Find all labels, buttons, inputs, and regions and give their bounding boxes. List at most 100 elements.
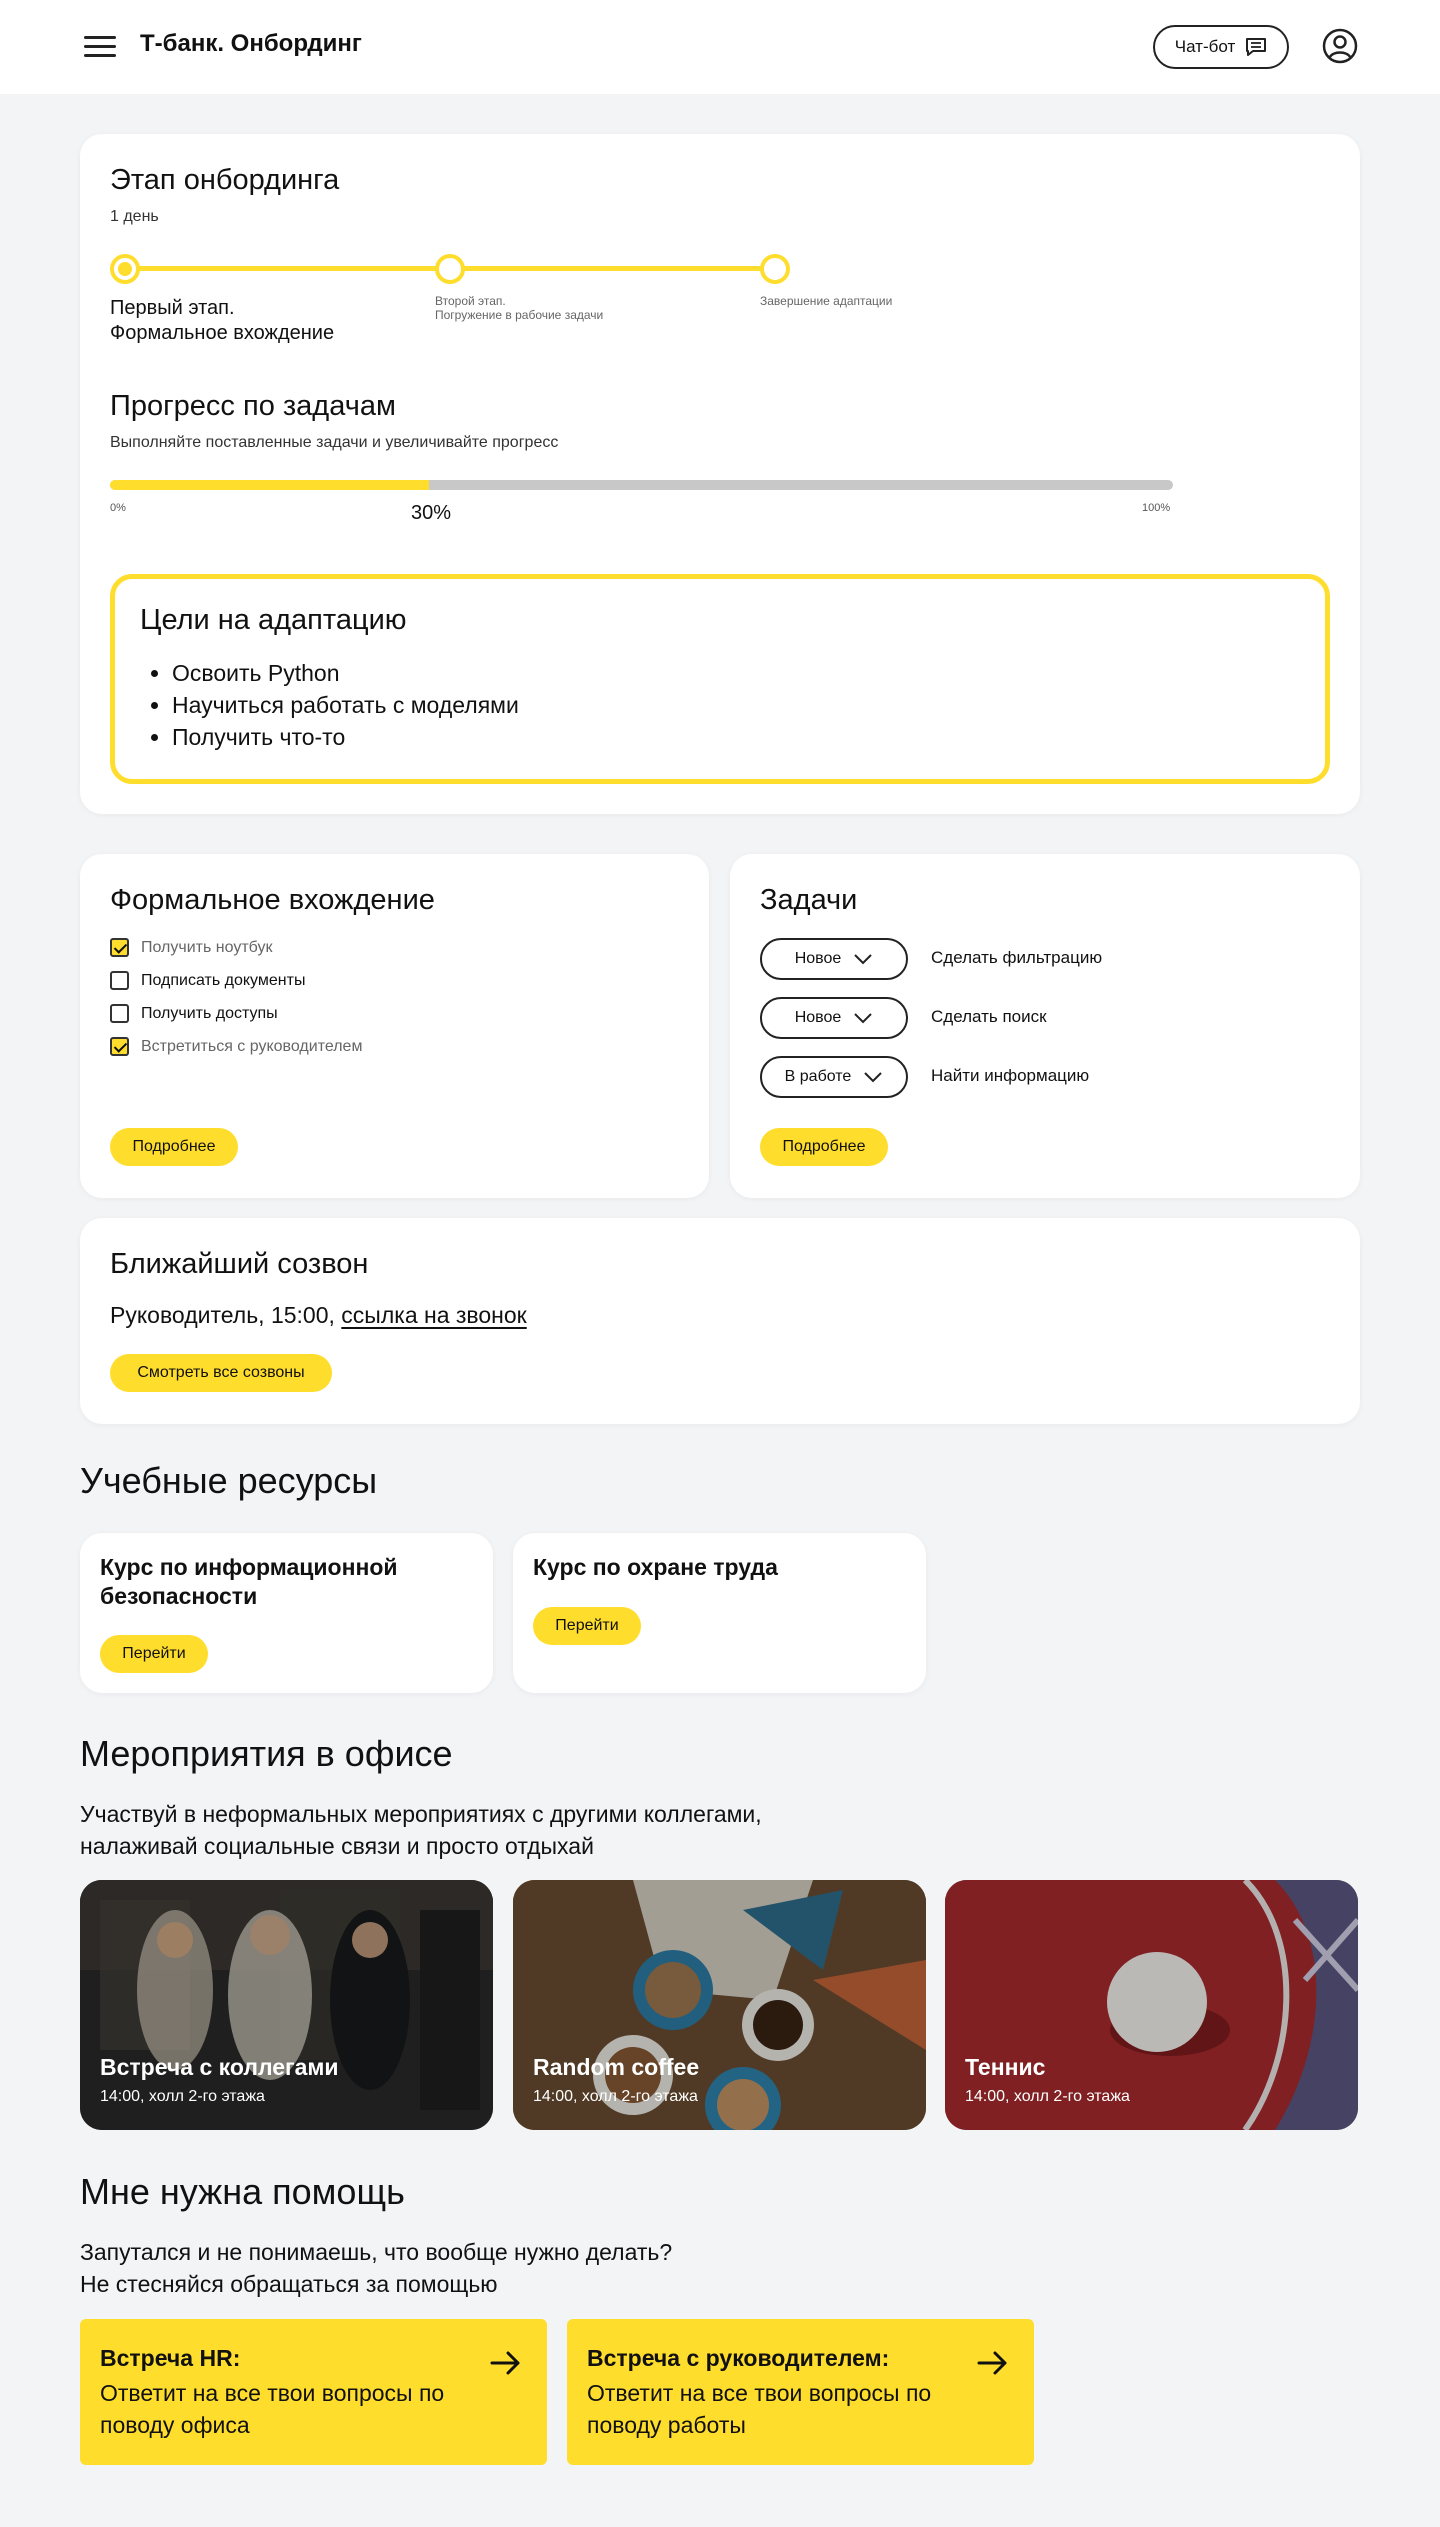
step-2-label: Второй этап. Погружение в рабочие задачи (435, 294, 603, 322)
checklist-label: Получить доступы (141, 1004, 278, 1022)
step-1-line2: Формальное вхождение (110, 322, 335, 344)
goal-item: Освоить Python (172, 657, 519, 689)
event-card-colleagues[interactable]: Встреча с коллегами 14:00, холл 2-го эта… (80, 1880, 493, 2130)
checklist-item[interactable]: Получить ноутбук (110, 938, 272, 957)
formal-title: Формальное вхождение (110, 884, 435, 916)
chat-bot-button[interactable]: Чат-бот (1153, 25, 1289, 69)
events-subtitle: Участвуй в неформальных мероприятиях с д… (80, 1798, 762, 1862)
goals-list: Освоить Python Научиться работать с моде… (172, 657, 519, 753)
event-card-random-coffee[interactable]: Random coffee 14:00, холл 2-го этажа (513, 1880, 926, 2130)
help-card-desc: Ответит на все твои вопросы по поводу ра… (587, 2380, 932, 2438)
chat-bot-label: Чат-бот (1174, 37, 1236, 56)
step-dot-3 (760, 254, 790, 284)
checklist-item[interactable]: Подписать документы (110, 971, 305, 990)
checkbox-checked[interactable] (110, 1037, 129, 1056)
resource-go-button[interactable]: Перейти (100, 1635, 208, 1673)
event-title: Random coffee (533, 2054, 700, 2080)
manager-meeting-card[interactable]: Встреча с руководителем: Ответит на все … (567, 2319, 1034, 2465)
event-card-tennis[interactable]: Теннис 14:00, холл 2-го этажа (945, 1880, 1358, 2130)
onboarding-card: Этап онбординга 1 день Первый этап. Форм… (80, 134, 1360, 814)
resource-card: Курс по охране труда Перейти (513, 1533, 926, 1693)
all-calls-button[interactable]: Смотреть все созвоны (110, 1354, 332, 1392)
step-1-line1: Первый этап. (110, 297, 235, 319)
progress-value-label: 30% (411, 502, 452, 524)
call-link[interactable]: ссылка на звонок (341, 1302, 526, 1328)
nearest-call-card: Ближайший созвон Руководитель, 15:00, сс… (80, 1218, 1360, 1424)
resource-card: Курс по информационной безопасности Пере… (80, 1533, 493, 1693)
resources-title: Учебные ресурсы (80, 1460, 378, 1501)
goals-box: Цели на адаптацию Освоить Python Научить… (110, 574, 1330, 784)
events-subtitle-line: Участвуй в неформальных мероприятиях с д… (80, 1801, 762, 1827)
tasks-more-button[interactable]: Подробнее (760, 1128, 888, 1166)
progress-subtitle: Выполняйте поставленные задачи и увеличи… (110, 434, 559, 451)
chevron-down-icon (854, 1013, 872, 1024)
task-status-label: Новое (794, 950, 842, 967)
step-2-line2: Погружение в рабочие задачи (435, 308, 604, 322)
help-card-title: Встреча с руководителем: (587, 2345, 890, 2371)
resource-go-button[interactable]: Перейти (533, 1607, 641, 1645)
step-1-label: Первый этап. Формальное вхождение (110, 296, 334, 346)
event-title: Встреча с коллегами (100, 2054, 339, 2080)
task-text: Сделать поиск (931, 1007, 1047, 1026)
top-bar: Т-банк. Онбординг Чат-бот (0, 0, 1440, 94)
task-status-label: В работе (784, 1068, 852, 1085)
call-info: Руководитель, 15:00, ссылка на звонок (110, 1302, 527, 1329)
resource-title: Курс по охране труда (533, 1554, 778, 1580)
event-info: 14:00, холл 2-го этажа (100, 2088, 265, 2105)
arrow-right-icon (977, 2351, 1007, 2375)
checklist-label: Получить ноутбук (141, 938, 273, 956)
call-text: Руководитель, 15:00, (110, 1302, 342, 1328)
task-text: Найти информацию (931, 1066, 1090, 1085)
task-status-dropdown[interactable]: Новое (760, 938, 908, 980)
help-subtitle: Запутался и не понимаешь, что вообще нуж… (80, 2236, 672, 2300)
checkbox[interactable] (110, 971, 129, 990)
stage-title: Этап онбординга (110, 164, 340, 196)
help-card-desc: Ответит на все твои вопросы по поводу оф… (100, 2380, 445, 2438)
formal-more-button[interactable]: Подробнее (110, 1128, 238, 1166)
checklist-label: Встретиться с руководителем (141, 1037, 363, 1055)
menu-icon[interactable] (84, 34, 116, 58)
formal-entry-card: Формальное вхождение Получить ноутбук По… (80, 854, 709, 1198)
tasks-card: Задачи Новое Сделать фильтрацию Новое Сд… (730, 854, 1360, 1198)
task-status-dropdown[interactable]: Новое (760, 997, 908, 1039)
goal-item: Получить что-то (172, 721, 519, 753)
task-status-label: Новое (794, 1009, 842, 1026)
goal-item: Научиться работать с моделями (172, 689, 519, 721)
progress-fill (110, 480, 429, 490)
progress-min-label: 0% (110, 502, 126, 514)
task-status-dropdown[interactable]: В работе (760, 1056, 908, 1098)
hr-meeting-card[interactable]: Встреча HR: Ответит на все твои вопросы … (80, 2319, 547, 2465)
step-3-line1: Завершение адаптации (760, 294, 893, 308)
progress-title: Прогресс по задачам (110, 390, 396, 422)
tasks-title: Задачи (760, 884, 858, 916)
profile-icon[interactable] (1322, 28, 1358, 64)
progress-track (110, 480, 1173, 490)
help-card-title: Встреча HR: (100, 2345, 241, 2371)
checklist-item[interactable]: Получить доступы (110, 1004, 278, 1023)
arrow-right-icon (490, 2351, 520, 2375)
checklist-item[interactable]: Встретиться с руководителем (110, 1037, 362, 1056)
progress-max-label: 100% (1142, 502, 1171, 514)
task-text: Сделать фильтрацию (931, 948, 1103, 967)
app-title: Т-банк. Онбординг (140, 30, 362, 57)
checklist-label: Подписать документы (141, 971, 306, 989)
call-title: Ближайший созвон (110, 1248, 369, 1280)
checkbox-checked[interactable] (110, 938, 129, 957)
step-2-line1: Второй этап. (435, 294, 506, 308)
events-title: Мероприятия в офисе (80, 1733, 453, 1774)
events-subtitle-line: налаживай социальные связи и просто отды… (80, 1833, 594, 1859)
step-3-label: Завершение адаптации (760, 294, 892, 308)
help-subtitle-line: Не стесняйся обращаться за помощью (80, 2271, 498, 2297)
step-dot-2 (435, 254, 465, 284)
goals-title: Цели на адаптацию (140, 604, 407, 636)
help-subtitle-line: Запутался и не понимаешь, что вообще нуж… (80, 2239, 673, 2265)
chevron-down-icon (864, 1072, 883, 1083)
event-info: 14:00, холл 2-го этажа (533, 2088, 698, 2105)
checkbox[interactable] (110, 1004, 129, 1023)
step-dot-1 (110, 254, 140, 284)
stage-day: 1 день (110, 208, 159, 225)
event-title: Теннис (965, 2054, 1046, 2080)
help-title: Мне нужна помощь (80, 2171, 405, 2212)
chevron-down-icon (854, 954, 872, 965)
event-info: 14:00, холл 2-го этажа (965, 2088, 1130, 2105)
